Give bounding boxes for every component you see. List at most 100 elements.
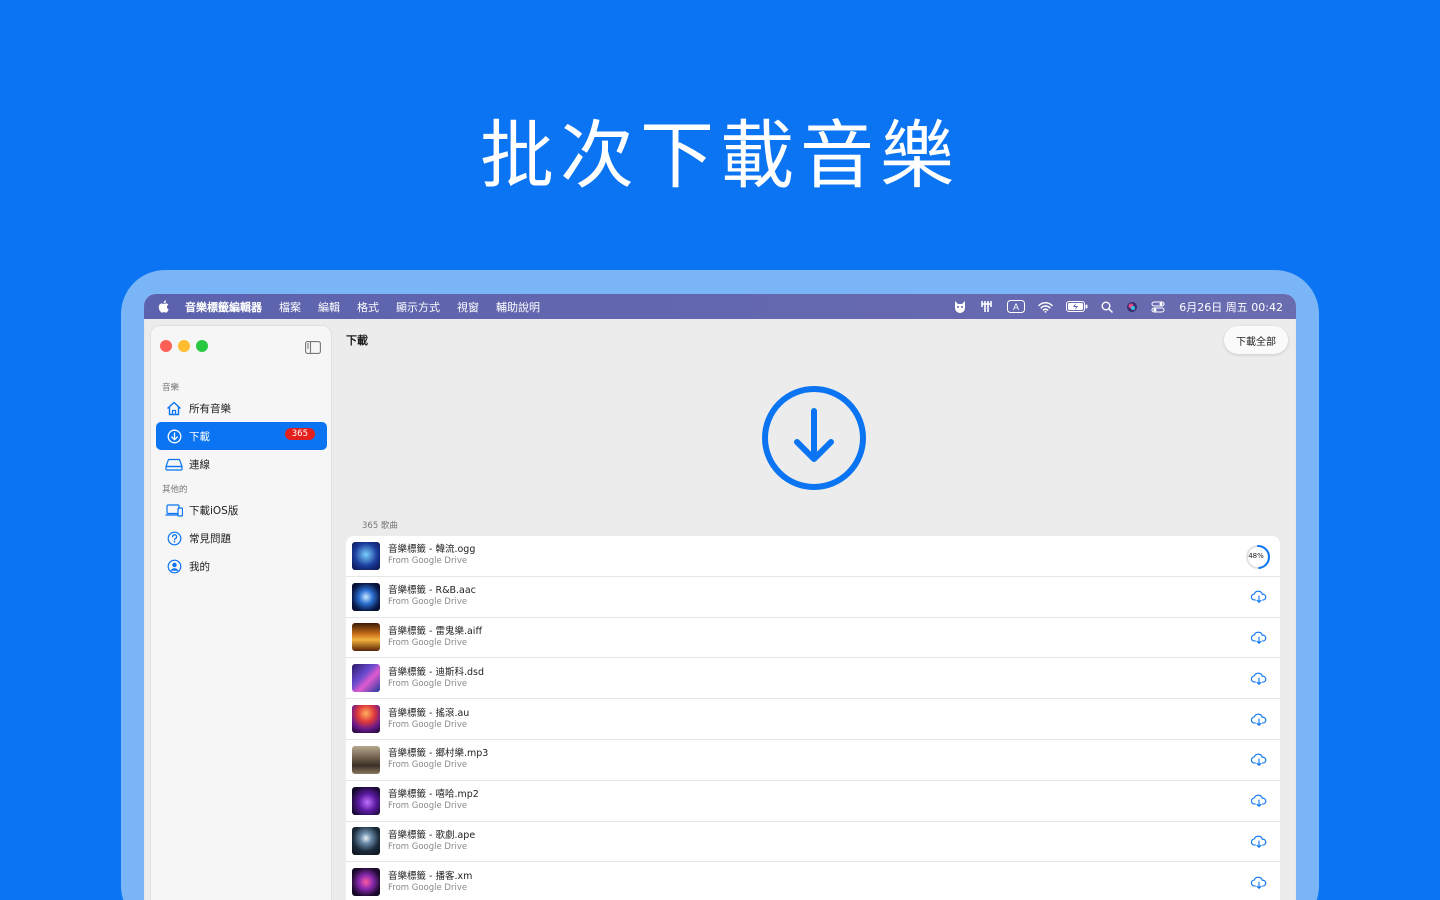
sidebar-item-ios[interactable]: 下載iOS版 [156,496,327,524]
cloud-download-icon[interactable] [1250,833,1268,851]
list-item[interactable]: 音樂標籤 - 雷鬼樂.aiff From Google Drive [346,618,1280,659]
song-source: From Google Drive [388,556,468,567]
menu-edit[interactable]: 編輯 [318,299,340,315]
song-title: 音樂標籤 - 雷鬼樂.aiff [388,625,482,637]
song-source: From Google Drive [388,637,468,648]
menu-file[interactable]: 檔案 [279,299,301,315]
progress-percent: 48% [1248,552,1264,560]
sidebar-item-label: 連線 [189,458,210,471]
menu-app-name[interactable]: 音樂標籤編輯器 [185,299,262,315]
drive-icon [165,455,183,473]
search-icon[interactable] [1101,301,1114,313]
song-source: From Google Drive [388,841,468,852]
menu-window[interactable]: 視窗 [457,299,479,315]
cloud-download-icon[interactable] [1250,588,1268,606]
zoom-button[interactable] [196,340,208,352]
sidebar-item-label: 常見問題 [189,532,231,545]
cloud-download-icon[interactable] [1250,792,1268,810]
sidebar-item-faq[interactable]: 常見問題 [156,524,327,552]
list-item[interactable]: 音樂標籤 - 嘻哈.mp2 From Google Drive [346,781,1280,822]
song-source: From Google Drive [388,719,468,730]
album-art [352,541,380,570]
album-art [352,582,380,611]
song-source: From Google Drive [388,678,468,689]
sidebar: 音樂 所有音樂 下載 365 連線 其他的 下載iOS版 常見問題 我的 [150,325,332,900]
song-count-label: 365 歌曲 [362,521,398,531]
wifi-icon[interactable] [1038,301,1054,313]
sidebar-item-download[interactable]: 下載 365 [156,422,327,450]
cloud-download-icon[interactable] [1250,669,1268,687]
menu-view[interactable]: 顯示方式 [396,299,440,315]
list-item[interactable]: 音樂標籤 - R&B.aac From Google Drive [346,577,1280,618]
song-title: 音樂標籤 - 播客.xm [388,870,473,882]
song-source: From Google Drive [388,801,468,812]
cat-icon[interactable] [953,300,967,313]
list-item[interactable]: 音樂標籤 - 搖滾.au From Google Drive [346,699,1280,740]
section-music: 音樂 [162,383,180,393]
sidebar-item-all-music[interactable]: 所有音樂 [156,394,327,422]
song-title: 音樂標籤 - 搖滾.au [388,707,470,719]
person-icon [165,557,183,575]
menu-format[interactable]: 格式 [357,299,379,315]
screen: 音樂標籤編輯器 檔案 編輯 格式 顯示方式 視窗 輔助說明 A 6月26日 周五… [144,294,1296,900]
song-source: From Google Drive [388,760,468,771]
song-title: 音樂標籤 - 韓流.ogg [388,544,476,556]
list-item[interactable]: 音樂標籤 - 歌劇.ape From Google Drive [346,822,1280,863]
app-window: 音樂 所有音樂 下載 365 連線 其他的 下載iOS版 常見問題 我的 下載 … [146,319,1294,900]
close-button[interactable] [160,340,172,352]
hero-title: 批次下載音樂 [480,113,960,199]
cloud-download-icon[interactable] [1250,751,1268,769]
menubar-clock[interactable]: 6月26日 周五 00:42 [1179,299,1283,315]
main-content: 下載 下載全部 365 歌曲 音樂標籤 - 韓流.ogg From Google… [336,319,1294,900]
sidebar-item-label: 所有音樂 [189,402,231,415]
input-source-icon[interactable]: A [1007,300,1026,313]
control-center-icon[interactable] [1151,301,1165,313]
list-item[interactable]: 音樂標籤 - 播客.xm From Google Drive [346,862,1280,900]
album-art [352,623,380,652]
page-title: 下載 [346,334,368,347]
question-icon [165,529,183,547]
sidebar-item-profile[interactable]: 我的 [156,552,327,580]
download-progress[interactable]: 48% [1244,543,1272,571]
section-other: 其他的 [162,485,188,495]
sidebar-item-label: 我的 [189,560,210,573]
home-icon [165,399,183,417]
download-circle-icon [165,427,183,445]
album-art [352,664,380,693]
song-title: 音樂標籤 - R&B.aac [388,585,476,597]
album-art [352,868,380,897]
menubar: 音樂標籤編輯器 檔案 編輯 格式 顯示方式 視窗 輔助說明 A 6月26日 周五… [144,294,1296,319]
battery-icon[interactable] [1066,301,1088,312]
input-source-label: A [1013,302,1019,312]
tuning-fork-icon[interactable] [980,300,994,313]
menu-help[interactable]: 輔助說明 [496,299,540,315]
album-art [352,745,380,774]
list-item[interactable]: 音樂標籤 - 韓流.ogg From Google Drive 48% [346,536,1280,577]
song-source: From Google Drive [388,882,468,893]
download-count-badge: 365 [284,428,315,440]
song-list: 音樂標籤 - 韓流.ogg From Google Drive 48% 音樂標籤… [346,536,1280,900]
status-area: A 6月26日 周五 00:42 [940,294,1283,319]
album-art [352,705,380,734]
sidebar-toggle-icon[interactable] [305,339,321,358]
song-title: 音樂標籤 - 嘻哈.mp2 [388,789,479,801]
cloud-download-icon[interactable] [1250,629,1268,647]
song-title: 音樂標籤 - 歌劇.ape [388,829,476,841]
list-item[interactable]: 音樂標籤 - 迪斯科.dsd From Google Drive [346,658,1280,700]
cloud-download-icon[interactable] [1250,873,1268,891]
download-all-button[interactable]: 下載全部 [1224,326,1288,354]
list-item[interactable]: 音樂標籤 - 鄉村樂.mp3 From Google Drive [346,740,1280,781]
devices-icon [165,501,183,519]
album-art [352,827,380,856]
sidebar-item-connect[interactable]: 連線 [156,450,327,478]
album-art [352,786,380,815]
apple-icon[interactable] [158,300,172,314]
sidebar-item-label: 下載 [189,430,210,443]
window-controls [160,340,208,352]
cloud-download-icon[interactable] [1250,710,1268,728]
song-title: 音樂標籤 - 鄉村樂.mp3 [388,748,489,760]
song-title: 音樂標籤 - 迪斯科.dsd [388,666,484,678]
siri-icon[interactable] [1126,301,1138,313]
minimize-button[interactable] [178,340,190,352]
download-hero-icon [762,386,866,490]
